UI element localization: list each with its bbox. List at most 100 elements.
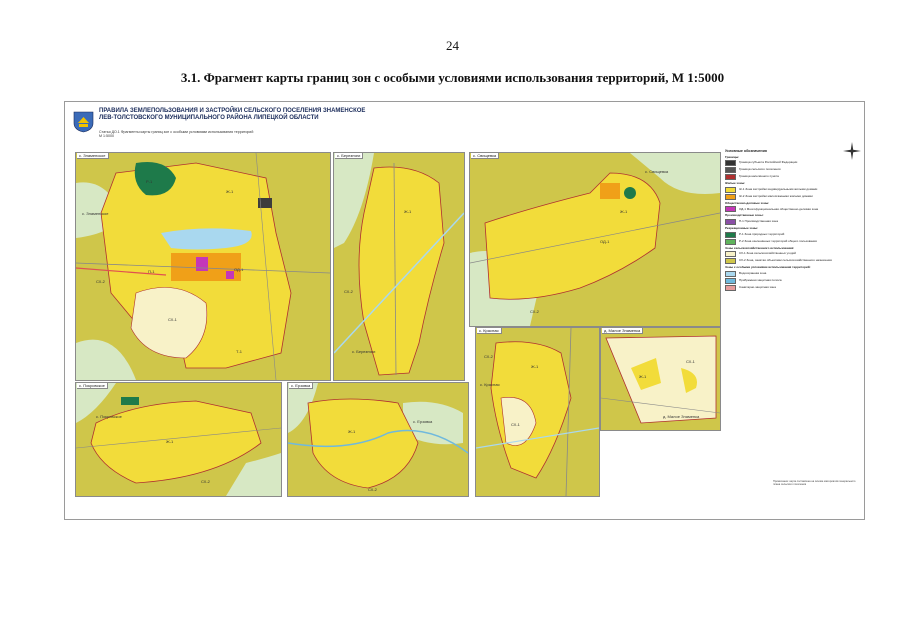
sheet-title-line: ЛЕВ-ТОЛСТОВСКОГО МУНИЦИПАЛЬНОГО РАЙОНА Л… [99,115,319,121]
zone-label: Ж-1 [639,374,647,379]
map-panel-krasnaya: Ж-1 СХ-1 СХ-2 с. Красная с. Красная [475,327,600,497]
legend-item: П-1 Производственная зона [725,218,859,225]
legend-item: Ж-2 Зона застройки малоэтажными жилыми д… [725,193,859,200]
legend-group-title: Зоны сельскохозяйственного использования… [725,245,795,250]
panel-map: Ж-1 ОД-1 СХ-2 с. Свищевка [470,153,720,326]
legend-item-label: Ж-2 Зона застройки малоэтажными жилыми д… [739,193,813,198]
page-number: 24 [446,38,459,53]
legend-swatch [725,277,736,284]
legend-swatch [725,270,736,277]
panel-map: Ж-1 СХ-2 с. Покровское [76,383,281,496]
legend-swatch [725,258,736,265]
panel-title: с. Покровское [77,383,108,389]
legend-swatch [725,238,736,245]
sheet-subtitle: Статья ДО.1 Фрагменты карты границ зон с… [99,130,359,139]
legend-item-label: Водоохранная зона [739,270,767,275]
legend-swatch [725,218,736,225]
legend-item: ОД-1 Многофункциональная общественно-дел… [725,206,859,213]
panel-map: Ж-1 СХ-2 с. Березняги [334,153,464,380]
map-sheet: ПРАВИЛА ЗЕМЛЕПОЛЬЗОВАНИЯ И ЗАСТРОЙКИ СЕЛ… [64,101,865,520]
legend-item-label: Граница субъекта Российской Федерации [739,160,798,165]
map-panel-maloe-znamenka: Ж-1 СХ-1 д. Малое Знаменка д. Малое Знам… [600,327,721,431]
legend-item-label: ОД-1 Многофункциональная общественно-дел… [739,206,819,211]
coat-of-arms-icon [73,111,94,133]
map-panel-bereznyagi: Ж-1 СХ-2 с. Березняги с. Березняги [333,152,465,381]
panel-title: с. Ерзовка [289,383,314,389]
legend-swatch [725,167,736,174]
legend-swatch [725,231,736,238]
legend-item: Ж-1 Зона застройки индивидуальными жилым… [725,186,859,193]
legend-item: Санитарно-защитная зона [725,284,859,291]
zone-label: Ж-1 [166,439,174,444]
place-label: с. Свищевка [645,169,669,174]
zone-label: Ж-1 [404,209,412,214]
place-label: д. Малое Знаменка [663,414,700,419]
place-label: с. Березняги [352,349,375,354]
zone-label: СХ-2 [344,289,354,294]
legend-swatch [725,160,736,167]
panel-map: Ж-1 СХ-1 СХ-2 с. Красная [476,328,599,496]
zone-label: ОД-1 [234,267,244,272]
panel-map: Ж-1 СХ-2 с. Ерзовка [288,383,468,496]
legend-group-title: Производственные зоны: [725,213,764,218]
zone-label: Т-1 [236,349,243,354]
zone-label: СХ-2 [484,354,494,359]
legend-item: Р-2 Зона озеленённых территорий общего п… [725,238,859,245]
zone-label: СХ-1 [168,317,178,322]
legend-group-title: Границы: [725,154,740,159]
sheet-title: ПРАВИЛА ЗЕМЛЕПОЛЬЗОВАНИЯ И ЗАСТРОЙКИ СЕЛ… [99,108,365,122]
legend-item-label: Р-1 Зона природных территорий [739,231,785,236]
legend-group-title: Рекреационные зоны: [725,225,759,230]
zone-label: ОД-1 [600,239,610,244]
legend-title: Условные обозначения [725,149,767,153]
zone-label: СХ-2 [368,487,378,492]
page-heading: 3.1. Фрагмент карты границ зон с особыми… [180,70,725,85]
map-panel-svishchevka: Ж-1 ОД-1 СХ-2 с. Свищевка с. Свищевка [469,152,721,327]
zone-label: Ж-1 [531,364,539,369]
legend-item: СХ-2 Зона, занятая объектами сельскохозя… [725,258,859,265]
panel-title: с. Свищевка [471,153,500,159]
zone-label: Ж-1 [226,189,234,194]
legend-item-label: СХ-2 Зона, занятая объектами сельскохозя… [739,258,832,263]
legend-swatch [725,174,736,181]
panel-title: с. Знаменское [77,153,109,159]
map-panel-erzovka: Ж-1 СХ-2 с. Ерзовка с. Ерзовка [287,382,469,497]
legend-item-label: Ж-1 Зона застройки индивидуальными жилым… [739,186,818,191]
legend-item-label: Граница населённого пункта [739,174,779,179]
legend-item: Граница населённого пункта [725,174,859,181]
zone-label: П-1 [148,269,155,274]
zone-label: Р-1 [146,179,153,184]
legend-group-title: Общественно-деловые зоны: [725,200,770,205]
panel-map: Ж-1 СХ-1 д. Малое Знаменка [601,328,720,430]
place-label: с. Знаменское [82,211,109,216]
panel-title: д. Малое Знаменка [602,328,644,334]
zone-label: СХ-1 [686,359,696,364]
legend-item: СХ-1 Зона сельскохозяйственных угодий [725,251,859,258]
place-label: с. Ерзовка [413,419,433,424]
legend-item: Прибрежная защитная полоса [725,277,859,284]
legend-item-label: Санитарно-защитная зона [739,284,776,289]
panel-title: с. Березняги [335,153,364,159]
panel-title: с. Красная [477,328,502,334]
legend-swatch [725,206,736,213]
legend-item-label: Граница сельского поселения [739,167,781,172]
legend-swatch [725,284,736,291]
zone-label: Ж-1 [620,209,628,214]
legend-item: Граница субъекта Российской Федерации [725,160,859,167]
zone-label: СХ-2 [96,279,106,284]
sheet-title-line: ПРАВИЛА ЗЕМЛЕПОЛЬЗОВАНИЯ И ЗАСТРОЙКИ СЕЛ… [99,108,366,114]
legend-item: Р-1 Зона природных территорий [725,231,859,238]
zone-label: Ж-1 [348,429,356,434]
legend-item-label: П-1 Производственная зона [739,219,778,224]
legend-group-title: Зоны с особыми условиями использования т… [725,265,811,270]
legend-swatch [725,193,736,200]
zone-label: СХ-1 [511,422,521,427]
map-panel-pokrovskoe: Ж-1 СХ-2 с. Покровское с. Покровское [75,382,282,497]
zone-label: СХ-2 [201,479,211,484]
legend-footnote: Примечание: карта составлена на основе м… [773,480,856,486]
legend-group-title: Жилые зоны: [725,181,746,186]
legend-swatch [725,186,736,193]
zone-label: СХ-2 [530,309,540,314]
place-label: с. Покровское [96,414,123,419]
map-panel-znamenskoe: Ж-1 ОД-1 П-1 СХ-1 СХ-2 Р-1 Т-1 с. Знамен… [75,152,331,381]
